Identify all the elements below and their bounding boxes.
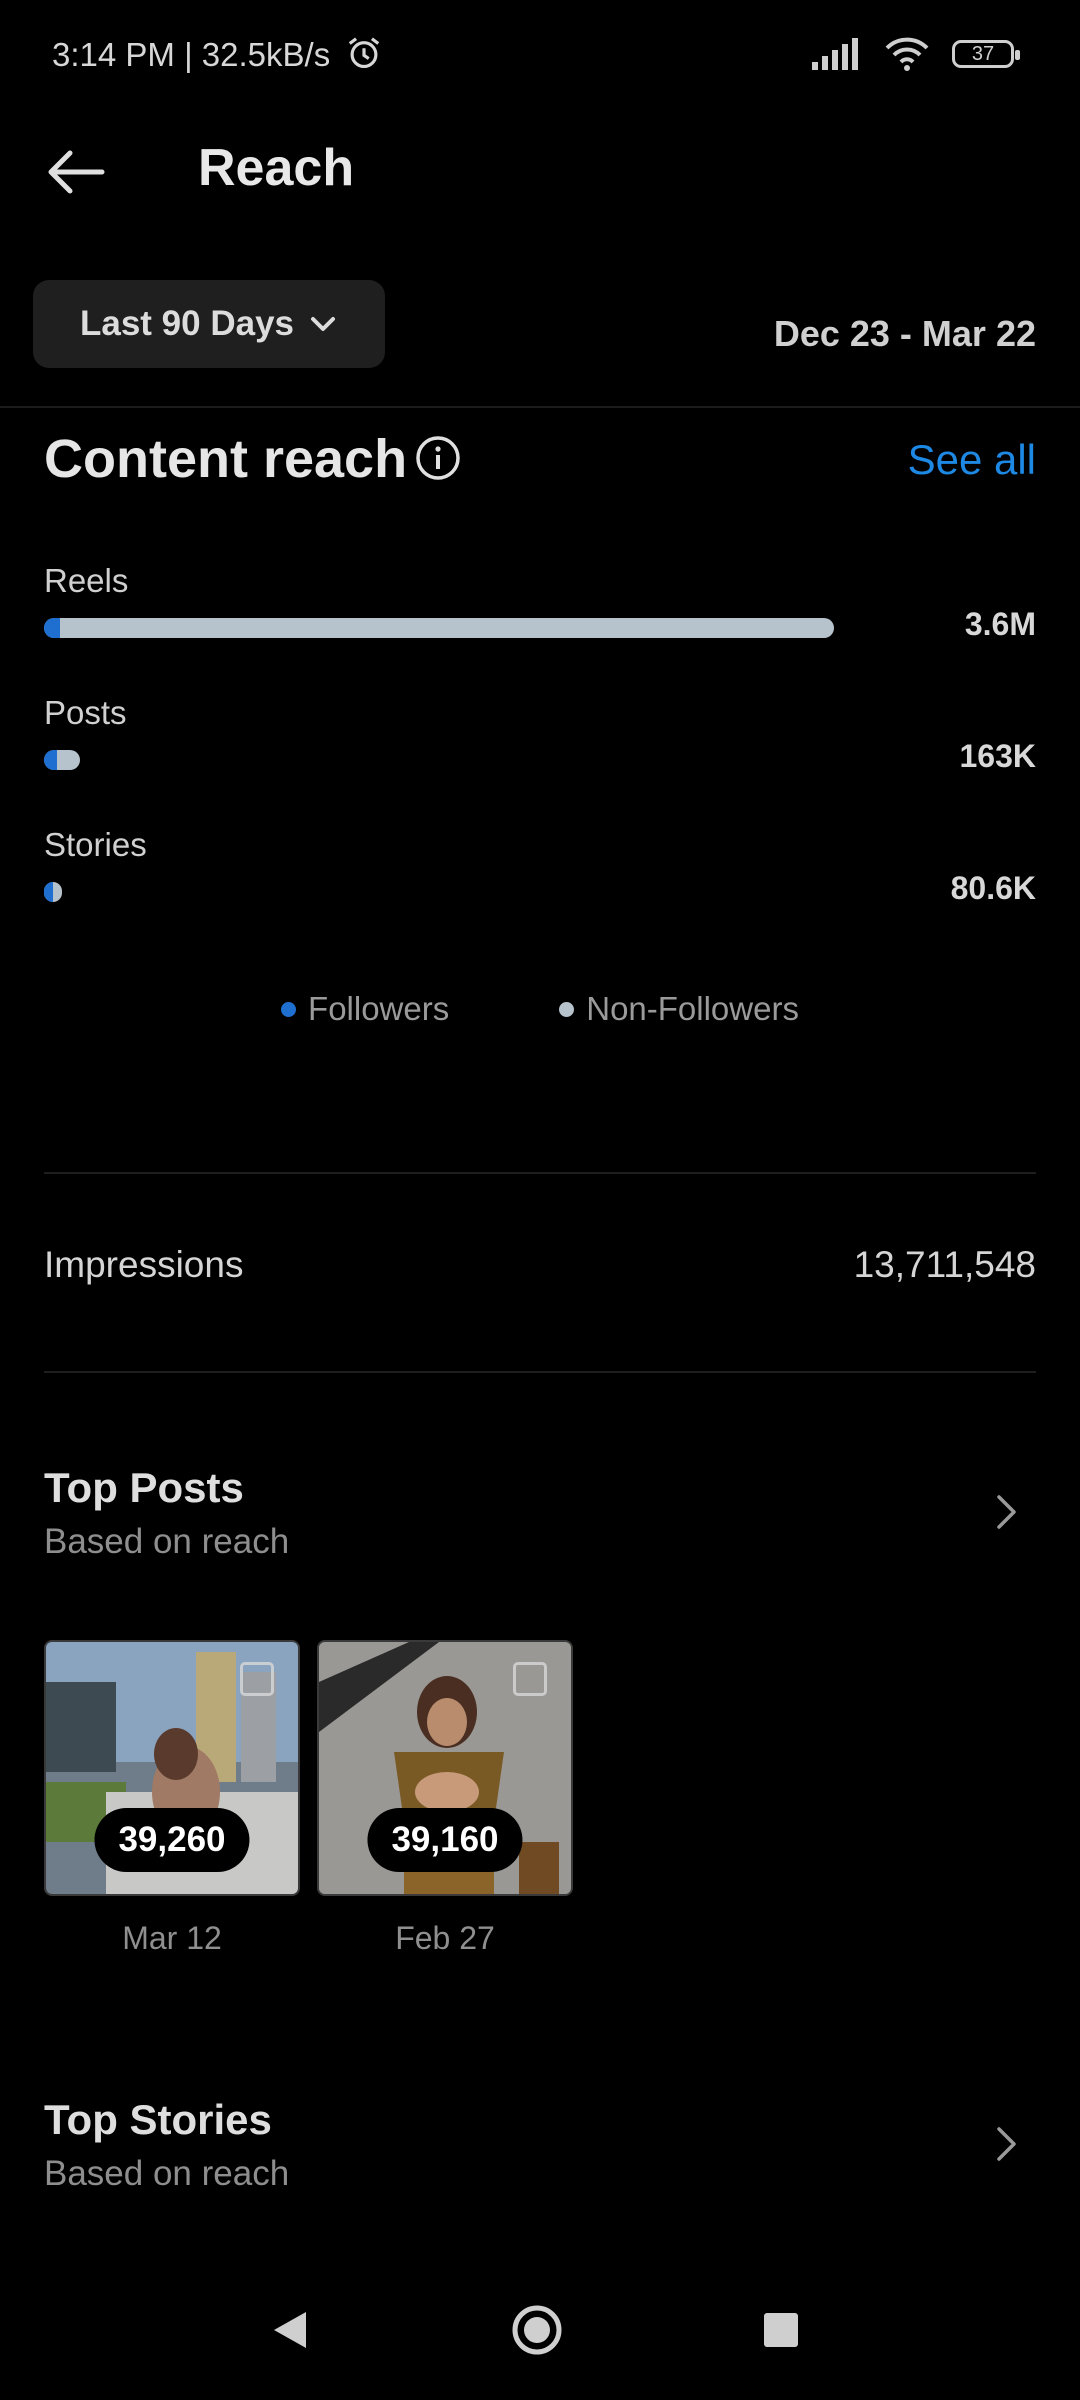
top-posts-subtitle: Based on reach xyxy=(44,1522,290,1561)
posts-reach-bar xyxy=(44,750,80,770)
reels-reach-bar xyxy=(44,618,834,638)
multi-post-icon xyxy=(240,1662,274,1696)
followers-segment xyxy=(44,750,57,770)
signal-icon xyxy=(812,38,858,70)
reels-label: Reels xyxy=(44,562,129,599)
reach-legend: Followers Non-Followers xyxy=(0,990,1080,1028)
divider xyxy=(0,406,1080,408)
top-stories-subtitle: Based on reach xyxy=(44,2154,290,2193)
reels-value: 3.6M xyxy=(964,606,1036,642)
date-range: Dec 23 - Mar 22 xyxy=(773,313,1036,354)
followers-segment xyxy=(44,618,60,638)
see-all-link[interactable]: See all xyxy=(908,436,1036,484)
period-label: Last 90 Days xyxy=(79,304,295,343)
content-reach-title: Content reach xyxy=(44,429,408,489)
system-nav-bar xyxy=(274,2305,798,2355)
chevron-right-icon[interactable] xyxy=(986,1492,1026,1532)
chevron-down-icon xyxy=(311,317,336,331)
multi-post-icon xyxy=(513,1662,547,1696)
legend-followers: Followers xyxy=(281,990,449,1028)
top-stories-title[interactable]: Top Stories xyxy=(44,2096,272,2144)
posts-value: 163K xyxy=(959,738,1037,774)
divider xyxy=(44,1172,1036,1174)
battery-icon: 37 xyxy=(952,40,1020,68)
stories-reach-bar xyxy=(44,882,62,902)
back-arrow-icon[interactable] xyxy=(40,136,112,208)
impressions-label: Impressions xyxy=(44,1244,244,1285)
chevron-right-icon[interactable] xyxy=(986,2124,1026,2164)
post-date: Feb 27 xyxy=(395,1920,495,1956)
nav-recents-icon[interactable] xyxy=(764,2313,798,2347)
period-dropdown[interactable]: Last 90 Days xyxy=(33,280,385,368)
reach-count-badge: 39,160 xyxy=(367,1808,523,1872)
nav-back-icon[interactable] xyxy=(274,2312,306,2348)
wifi-icon xyxy=(885,37,929,71)
non-followers-dot xyxy=(559,1001,575,1017)
top-post-thumbnail[interactable]: 39,260 xyxy=(44,1640,300,1896)
reach-count-badge: 39,260 xyxy=(94,1808,250,1872)
divider xyxy=(44,1371,1036,1373)
alarm-icon xyxy=(349,37,380,69)
followers-segment xyxy=(44,882,53,902)
nav-home-icon[interactable] xyxy=(512,2305,562,2355)
posts-label: Posts xyxy=(44,694,127,731)
top-posts-title[interactable]: Top Posts xyxy=(44,1464,244,1512)
top-post-thumbnail[interactable]: 39,160 xyxy=(317,1640,573,1896)
followers-dot xyxy=(281,1001,297,1017)
info-icon[interactable] xyxy=(414,434,462,482)
impressions-value: 13,711,548 xyxy=(853,1244,1036,1285)
legend-non-followers: Non-Followers xyxy=(559,990,799,1028)
status-time: 3:14 PM | 32.5kB/s xyxy=(52,34,383,74)
page-title: Reach xyxy=(198,139,355,197)
stories-label: Stories xyxy=(44,826,147,863)
post-date: Mar 12 xyxy=(122,1920,222,1956)
stories-value: 80.6K xyxy=(950,870,1036,906)
status-icons: 37 xyxy=(812,36,1020,72)
